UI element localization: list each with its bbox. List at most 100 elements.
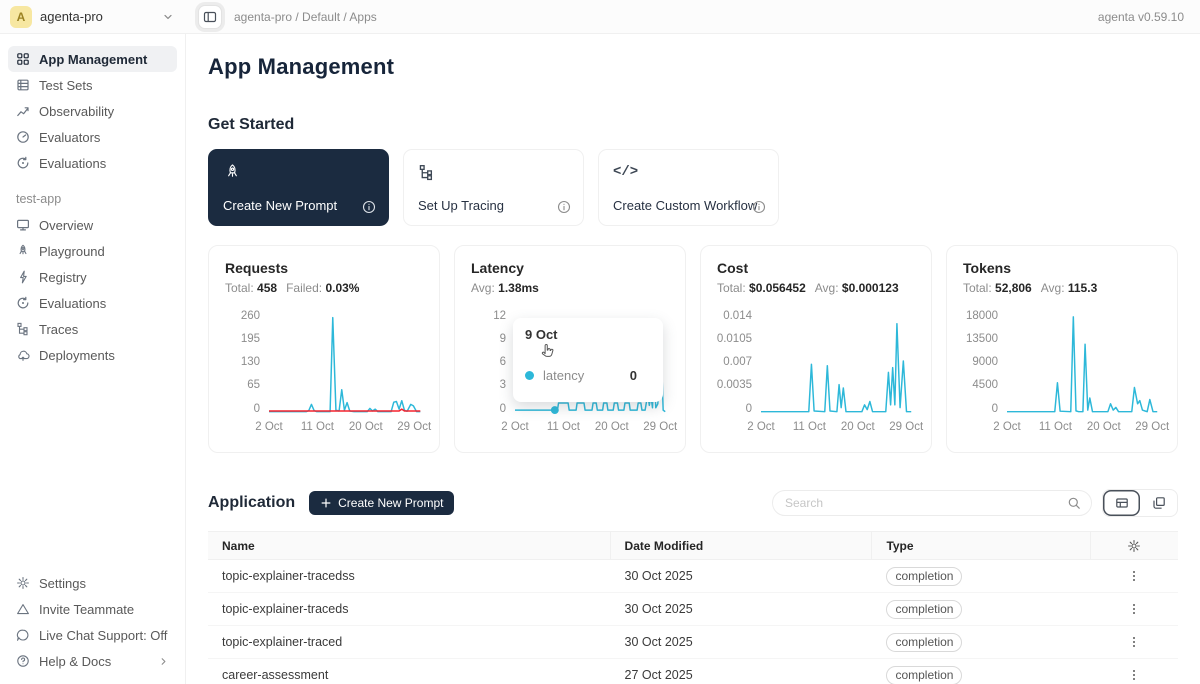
table-row[interactable]: topic-explainer-traceds 30 Oct 2025 comp… [208,593,1178,626]
sidebar-item-label: Evaluators [39,130,100,145]
row-actions-menu-icon[interactable] [1127,635,1141,649]
get-started-heading: Get Started [208,116,1178,134]
chart-title: Latency [471,260,669,276]
app-name: topic-explainer-traced [208,635,611,649]
sidebar-item-label: Observability [39,104,114,119]
test-sets-icon [16,78,30,92]
create-custom-workflow-card[interactable]: </> Create Custom Workflow [598,149,779,226]
info-icon[interactable] [362,200,376,214]
sidebar-item-label: Help & Docs [39,654,111,669]
code-icon: </> [613,162,764,182]
applications-table: Name Date Modified Type topic-explainer-… [208,531,1178,684]
latency-chart-card: Latency Avg: 1.38ms 129630 2 Oct11 Oct20… [454,245,686,453]
sidebar-toggle-button[interactable] [198,5,222,29]
app-date-modified: 30 Oct 2025 [611,635,873,649]
view-toggle [1102,489,1178,517]
app-date-modified: 30 Oct 2025 [611,602,873,616]
sidebar-item-test-sets[interactable]: Test Sets [8,72,177,98]
x-axis-labels: 2 Oct11 Oct20 Oct29 Oct [1007,421,1163,435]
y-axis-labels: 260195130650 [225,311,269,415]
chart-tooltip: 9 Oct latency 0 [513,318,663,402]
circular-arrow-icon [16,296,30,310]
get-started-cards: Create New Prompt Set Up Tracing </> Cre… [208,149,1178,226]
sidebar-item-traces[interactable]: Traces [8,316,177,342]
panel-left-icon [203,10,217,24]
sidebar-group-label: test-app [8,192,177,206]
sidebar-item-label: Deployments [39,348,115,363]
column-header-name[interactable]: Name [208,532,611,559]
x-axis-labels: 2 Oct11 Oct20 Oct29 Oct [269,421,425,435]
row-actions-menu-icon[interactable] [1127,602,1141,616]
gear-icon [16,576,30,590]
type-badge: completion [886,600,962,619]
table-row[interactable]: topic-explainer-traced 30 Oct 2025 compl… [208,626,1178,659]
sidebar-item-registry[interactable]: Registry [8,264,177,290]
sidebar-item-app-evaluations[interactable]: Evaluations [8,290,177,316]
sidebar-item-deployments[interactable]: Deployments [8,342,177,368]
workspace-avatar: A [10,6,32,28]
table-row[interactable]: topic-explainer-tracedss 30 Oct 2025 com… [208,560,1178,593]
top-bar: A agenta-pro agenta-pro / Default / Apps… [0,0,1200,34]
info-icon[interactable] [752,200,766,214]
search-icon[interactable] [1067,496,1081,510]
sidebar-item-label: Settings [39,576,86,591]
create-new-prompt-button[interactable]: Create New Prompt [309,491,454,515]
sidebar-item-evaluations[interactable]: Evaluations [8,150,177,176]
info-icon[interactable] [557,200,571,214]
row-actions-menu-icon[interactable] [1127,668,1141,682]
table-row[interactable]: career-assessment 27 Oct 2025 completion [208,659,1178,684]
sidebar-item-observability[interactable]: Observability [8,98,177,124]
sidebar-item-app-management[interactable]: App Management [8,46,177,72]
chat-bubble-icon [16,628,30,642]
workspace-selector[interactable]: A agenta-pro [0,6,186,28]
series-dot [525,371,534,380]
chevron-down-icon [162,11,174,23]
search-input[interactable] [785,496,1067,510]
app-name: topic-explainer-traceds [208,602,611,616]
table-header-row: Name Date Modified Type [208,531,1178,560]
sidebar-item-invite-teammate[interactable]: Invite Teammate [8,596,177,622]
breadcrumb[interactable]: agenta-pro / Default / Apps [234,10,377,24]
sidebar-item-settings[interactable]: Settings [8,570,177,596]
chart-plot[interactable] [1007,311,1161,415]
y-axis-labels: 0.0140.01050.0070.00350 [717,311,761,415]
chart-plot[interactable] [761,311,915,415]
y-axis-labels: 129630 [471,311,515,415]
sidebar-item-playground[interactable]: Playground [8,238,177,264]
chart-title: Tokens [963,260,1161,276]
column-header-date-modified[interactable]: Date Modified [611,532,873,559]
card-label: Set Up Tracing [418,198,504,213]
sidebar-item-overview[interactable]: Overview [8,212,177,238]
tooltip-date: 9 Oct [525,327,651,342]
card-view-button[interactable] [1140,490,1177,516]
sidebar-item-live-chat-support[interactable]: Live Chat Support: Off [8,622,177,648]
set-up-tracing-card[interactable]: Set Up Tracing [403,149,584,226]
sidebar-item-label: Overview [39,218,93,233]
chart-plot[interactable] [269,311,423,415]
sidebar-item-label: Registry [39,270,87,285]
rocket-icon [223,162,374,182]
chevron-right-icon [158,656,169,667]
sidebar-item-label: Playground [39,244,105,259]
sidebar-item-label: Traces [39,322,78,337]
column-header-type[interactable]: Type [872,532,1090,559]
help-circle-icon [16,654,30,668]
triangle-icon [16,602,30,616]
tokens-chart-card: Tokens Total: 52,806Avg: 115.3 180001350… [946,245,1178,453]
requests-chart-card: Requests Total: 458Failed: 0.03% 2601951… [208,245,440,453]
monitor-icon [16,218,30,232]
sidebar-item-label: Evaluations [39,156,106,171]
chart-title: Requests [225,260,423,276]
column-settings-gear-icon[interactable] [1127,539,1141,553]
application-heading: Application [208,494,295,512]
sidebar-item-label: Test Sets [39,78,92,93]
card-label: Create Custom Workflow [613,198,757,213]
table-view-button[interactable] [1103,490,1140,516]
sidebar-item-help-docs[interactable]: Help & Docs [8,648,177,674]
circular-arrow-icon [16,156,30,170]
application-header: Application Create New Prompt [208,489,1178,517]
row-actions-menu-icon[interactable] [1127,569,1141,583]
workspace-name: agenta-pro [40,9,103,24]
sidebar-item-evaluators[interactable]: Evaluators [8,124,177,150]
create-new-prompt-card[interactable]: Create New Prompt [208,149,389,226]
